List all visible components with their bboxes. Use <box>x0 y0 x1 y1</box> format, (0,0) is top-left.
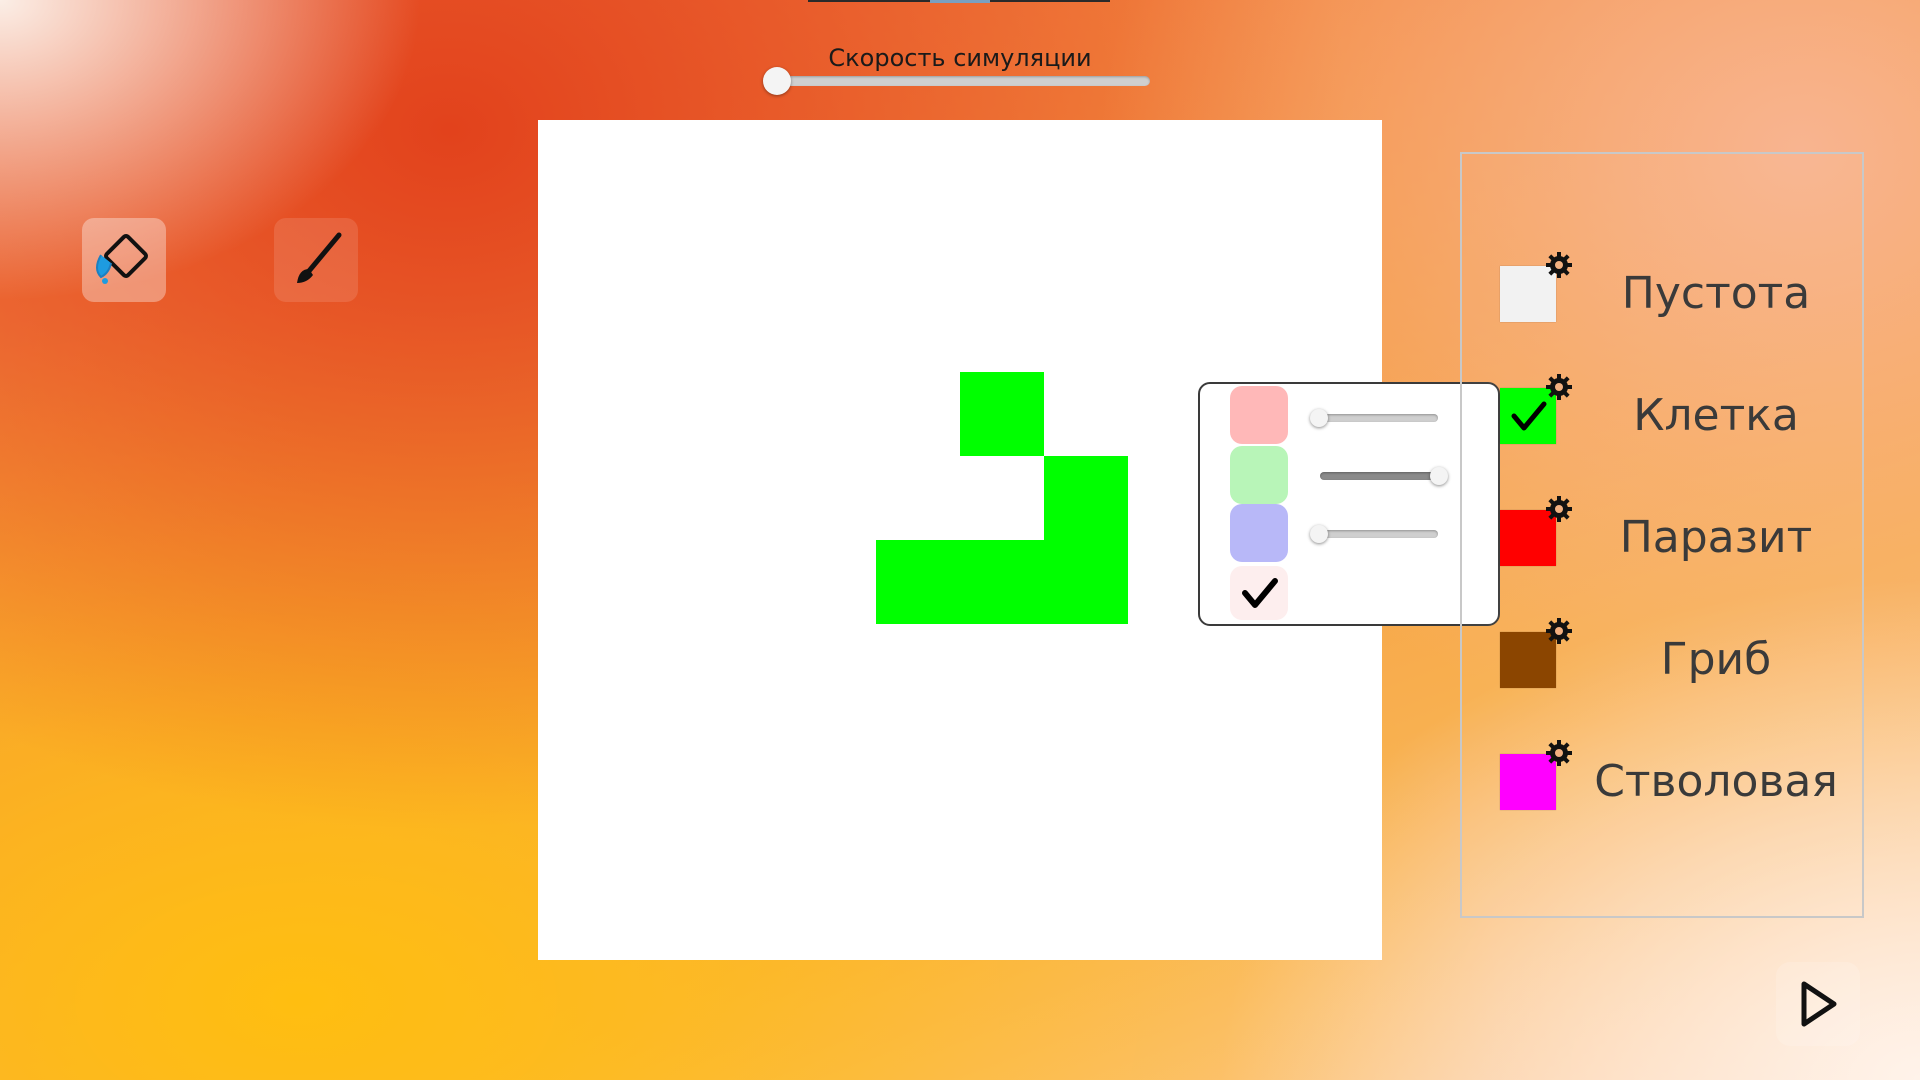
red-channel-swatch <box>1230 386 1288 444</box>
grid-cell[interactable] <box>1044 540 1128 624</box>
check-icon <box>1511 401 1547 431</box>
fill-bucket-icon <box>96 234 148 284</box>
blue-channel-thumb[interactable] <box>1310 525 1328 543</box>
cell-type-label: Клетка <box>1633 390 1799 441</box>
cell-type-fungus[interactable]: Гриб <box>1462 618 1862 704</box>
gear-icon[interactable] <box>1544 250 1574 280</box>
cell-type-label: Гриб <box>1660 634 1772 685</box>
speed-slider-track[interactable] <box>778 76 1150 86</box>
grid-cell[interactable] <box>960 540 1044 624</box>
fill-tool-button[interactable] <box>82 218 166 302</box>
cell-type-stem[interactable]: Стволовая <box>1462 740 1862 826</box>
green-channel-thumb[interactable] <box>1430 467 1448 485</box>
color-editor-popup <box>1198 382 1500 626</box>
speed-slider-thumb[interactable] <box>763 67 791 95</box>
speed-label: Скорость симуляции <box>828 44 1092 72</box>
check-icon <box>1242 578 1278 608</box>
confirm-color-button[interactable] <box>1230 566 1288 620</box>
brush-tool-button[interactable] <box>274 218 358 302</box>
blue-channel-slider[interactable] <box>1320 530 1438 538</box>
red-channel-thumb[interactable] <box>1310 409 1328 427</box>
cell-type-label: Паразит <box>1619 512 1813 563</box>
green-channel-swatch <box>1230 446 1288 504</box>
gear-icon[interactable] <box>1544 372 1574 402</box>
play-button[interactable] <box>1776 962 1860 1046</box>
gear-icon[interactable] <box>1544 738 1574 768</box>
cell-type-parasite[interactable]: Паразит <box>1462 496 1862 582</box>
cell-type-cell[interactable]: Клетка <box>1462 374 1862 460</box>
cell-type-empty[interactable]: Пустота <box>1462 252 1862 338</box>
cell-type-label: Стволовая <box>1594 756 1838 807</box>
blue-channel-swatch <box>1230 504 1288 562</box>
play-icon <box>1801 981 1837 1027</box>
gear-icon[interactable] <box>1544 616 1574 646</box>
grid-cell[interactable] <box>876 540 960 624</box>
cell-type-panel: Пустота Клетка Паразит Гриб Стволовая <box>1460 152 1864 918</box>
red-channel-slider[interactable] <box>1320 414 1438 422</box>
top-indicator <box>930 0 990 3</box>
grid-cell[interactable] <box>960 372 1044 456</box>
gear-icon[interactable] <box>1544 494 1574 524</box>
brush-icon <box>297 232 342 283</box>
green-channel-slider[interactable] <box>1320 472 1438 480</box>
grid-cell[interactable] <box>1044 456 1128 540</box>
cell-type-label: Пустота <box>1621 268 1811 319</box>
